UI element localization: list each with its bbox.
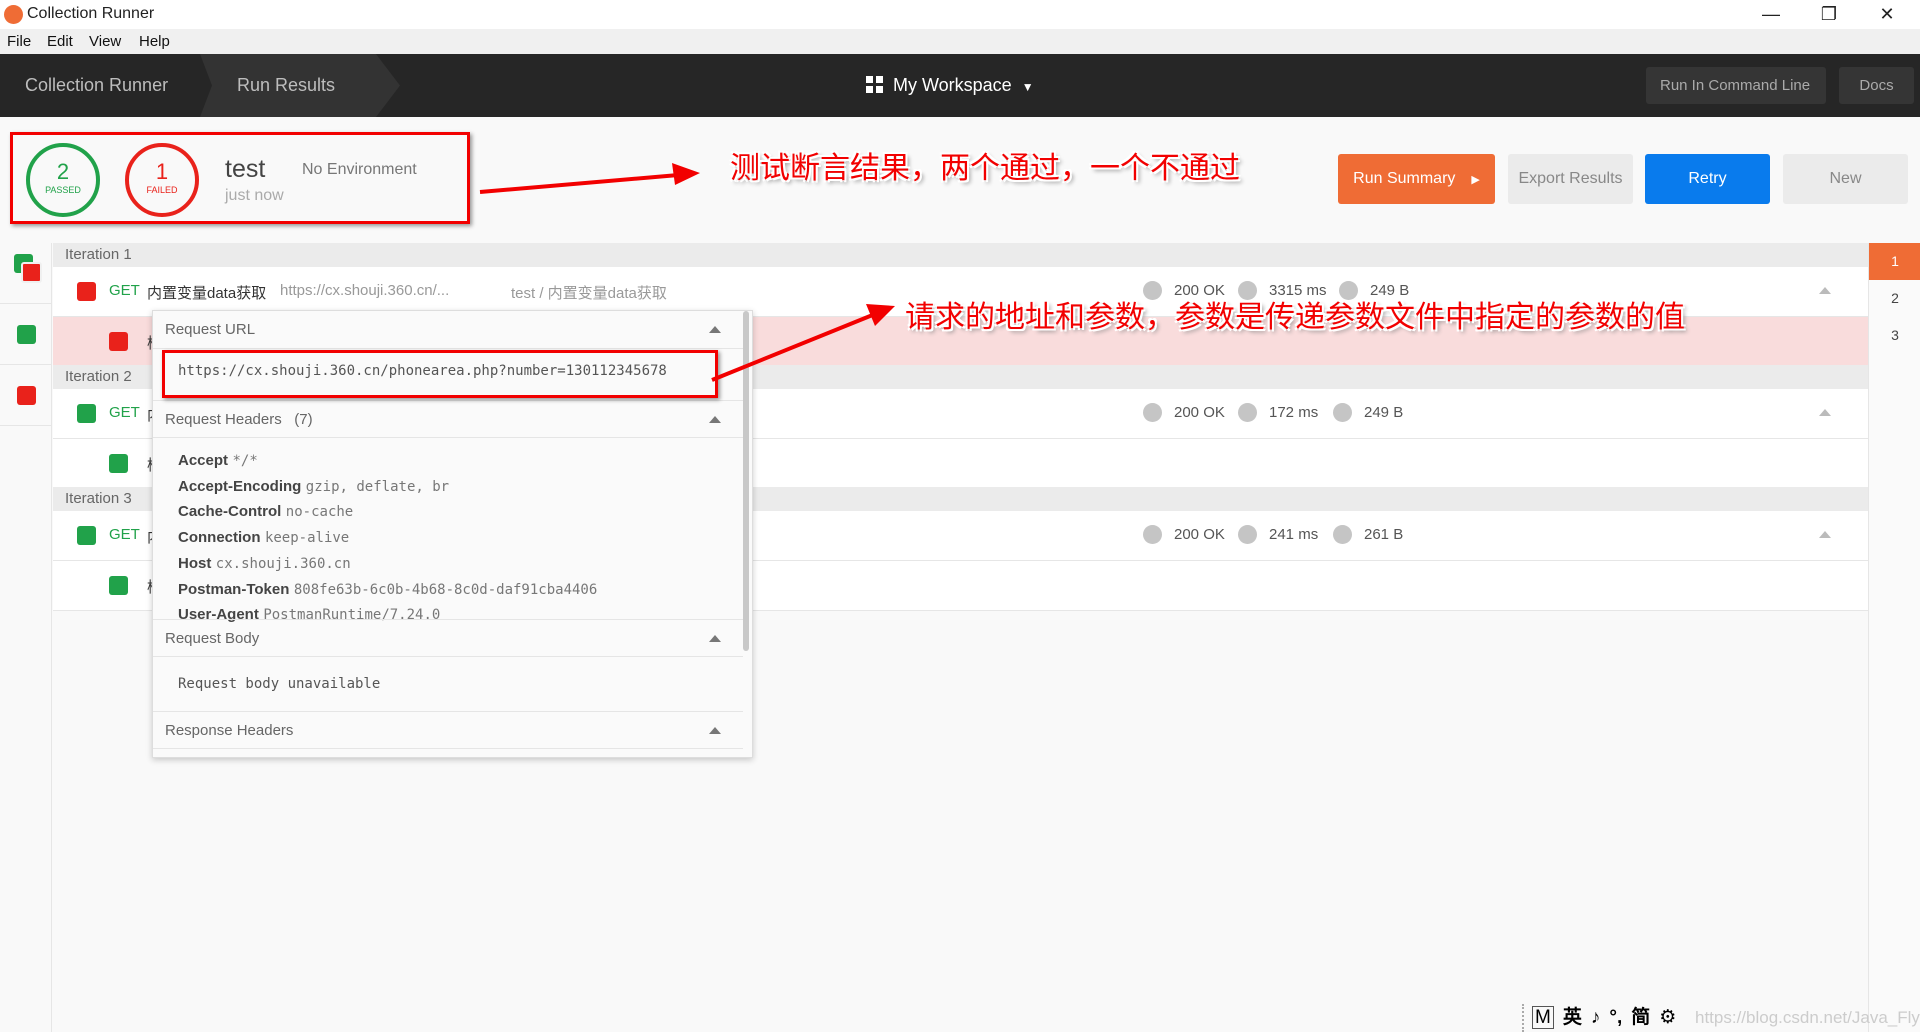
arrow-head-1: [672, 163, 700, 185]
annotation-text-1: 测试断言结果，两个通过，一个不通过: [730, 151, 1240, 186]
arrow-line-1: [479, 172, 691, 194]
watermark: https://blog.csdn.net/Java_Fly1: [1695, 1008, 1920, 1027]
ime-toolbar[interactable]: M 英 ♪ °, 简 ⚙: [1522, 1004, 1685, 1032]
ime-item[interactable]: 简: [1631, 1007, 1650, 1028]
arrow-line-2: [711, 310, 881, 382]
ime-item[interactable]: ⚙: [1659, 1007, 1676, 1028]
ime-item[interactable]: M: [1532, 1006, 1554, 1029]
ime-item[interactable]: 英: [1563, 1007, 1582, 1028]
ime-item[interactable]: °,: [1609, 1007, 1622, 1028]
annotation-text-2: 请求的地址和参数，参数是传递参数文件中指定的参数的值: [905, 300, 1685, 335]
ime-item[interactable]: ♪: [1591, 1007, 1601, 1028]
